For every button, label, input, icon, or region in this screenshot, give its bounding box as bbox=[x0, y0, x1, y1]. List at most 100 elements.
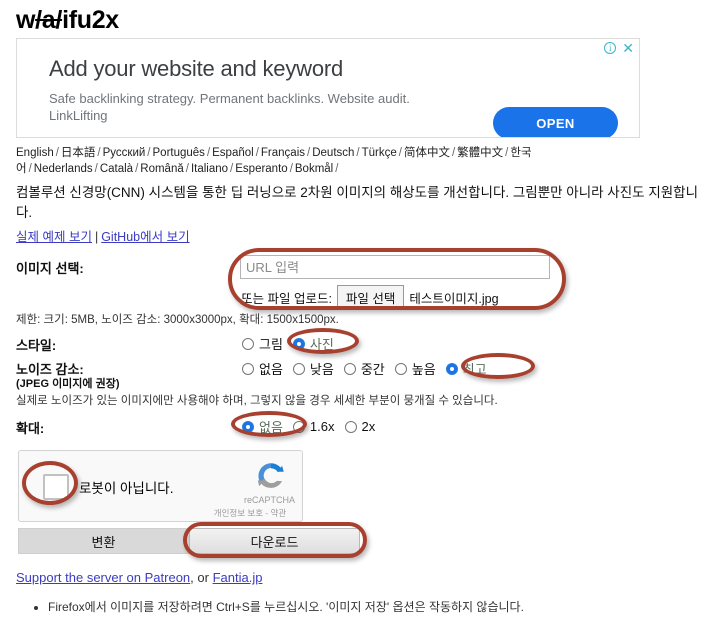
noise-note: 실제로 노이즈가 있는 이미지에만 사용해야 하며, 그렇지 않을 경우 세세한… bbox=[16, 395, 498, 407]
radio-icon[interactable] bbox=[292, 362, 305, 375]
footer-note-list: Firefox에서 이미지를 저장하려면 Ctrl+S를 누르십시오. '이미지… bbox=[34, 598, 524, 615]
language-link-15[interactable]: Esperanto bbox=[235, 163, 287, 175]
language-separator: / bbox=[94, 163, 98, 175]
convert-button[interactable]: 변환 bbox=[18, 528, 189, 554]
example-link[interactable]: 실제 예제 보기 bbox=[16, 230, 92, 244]
file-upload-row: 또는 파일 업로드: 파일 선택 테스트이미지.jpg bbox=[241, 285, 499, 310]
scale-option-0[interactable]: 없음 bbox=[242, 417, 283, 436]
noise-option-label: 최고 bbox=[462, 362, 487, 377]
ad-banner[interactable]: i ✕ Add your website and keyword Safe ba… bbox=[16, 38, 640, 138]
radio-icon[interactable] bbox=[445, 362, 458, 375]
language-link-4[interactable]: Español bbox=[212, 147, 254, 159]
selected-file-name: 테스트이미지.jpg bbox=[409, 292, 499, 306]
language-link-7[interactable]: Türkçe bbox=[362, 147, 397, 159]
radio-icon[interactable] bbox=[242, 337, 254, 350]
ad-headline: Add your website and keyword bbox=[49, 56, 344, 81]
noise-option-label: 높음 bbox=[411, 362, 436, 377]
footer-note-item: Firefox에서 이미지를 저장하려면 Ctrl+S를 누르십시오. '이미지… bbox=[48, 598, 524, 615]
scale-option-label: 없음 bbox=[259, 420, 283, 435]
language-separator: / bbox=[147, 147, 151, 159]
noise-option-3[interactable]: 높음 bbox=[394, 359, 436, 378]
language-link-16[interactable]: Bokmål bbox=[295, 163, 333, 175]
recaptcha-checkbox[interactable] bbox=[43, 474, 69, 500]
page-root: w/a/ifu2x i ✕ Add your website and keywo… bbox=[0, 0, 723, 622]
github-link[interactable]: GitHub에서 보기 bbox=[101, 230, 189, 244]
links-separator: | bbox=[94, 230, 99, 244]
scale-option-label: 1.6x bbox=[309, 419, 335, 434]
scale-option-1[interactable]: 1.6x bbox=[292, 419, 335, 434]
language-separator: / bbox=[289, 163, 293, 175]
file-select-button[interactable]: 파일 선택 bbox=[336, 285, 405, 310]
language-separator: / bbox=[97, 147, 101, 159]
language-link-12[interactable]: Català bbox=[100, 163, 133, 175]
ad-controls: i ✕ bbox=[604, 41, 634, 55]
language-separator: / bbox=[28, 163, 32, 175]
upload-label: 또는 파일 업로드: bbox=[241, 292, 332, 306]
page-title: w/a/ifu2x bbox=[16, 6, 119, 35]
style-option-label: 사진 bbox=[309, 337, 334, 352]
noise-option-0[interactable]: 없음 bbox=[242, 359, 283, 378]
noise-option-2[interactable]: 중간 bbox=[343, 359, 385, 378]
scale-label: 확대: bbox=[16, 421, 45, 436]
language-link-0[interactable]: English bbox=[16, 147, 54, 159]
ad-open-button[interactable]: OPEN bbox=[493, 107, 618, 137]
scale-option-2[interactable]: 2x bbox=[344, 419, 376, 434]
scale-radio-group[interactable]: 없음 1.6x 2x bbox=[242, 417, 375, 436]
language-link-6[interactable]: Deutsch bbox=[312, 147, 354, 159]
style-radio-group[interactable]: 그림 사진 bbox=[242, 334, 334, 353]
download-button[interactable]: 다운로드 bbox=[189, 528, 360, 554]
ad-description: Safe backlinking strategy. Permanent bac… bbox=[49, 91, 410, 123]
recaptcha-brand: reCAPTCHA bbox=[244, 495, 296, 505]
support-line: Support the server on Patreon, or Fantia… bbox=[16, 570, 262, 585]
language-link-5[interactable]: Français bbox=[261, 147, 305, 159]
language-separator: / bbox=[185, 163, 189, 175]
language-separator: / bbox=[255, 147, 259, 159]
fantia-link[interactable]: Fantia.jp bbox=[213, 570, 263, 585]
title-strikethrough-part: /a/ bbox=[35, 6, 63, 34]
noise-option-label: 낮음 bbox=[309, 362, 334, 377]
top-links: 실제 예제 보기 | GitHub에서 보기 bbox=[16, 228, 190, 246]
language-separator: / bbox=[335, 163, 339, 175]
noise-option-label: 없음 bbox=[259, 362, 283, 377]
radio-icon[interactable] bbox=[394, 362, 407, 375]
radio-icon[interactable] bbox=[344, 420, 357, 433]
noise-sublabel: (JPEG 이미지에 권장) bbox=[16, 378, 120, 390]
image-select-label: 이미지 선택: bbox=[16, 261, 84, 276]
radio-icon[interactable] bbox=[343, 362, 356, 375]
language-link-2[interactable]: Русский bbox=[103, 147, 146, 159]
noise-radio-group[interactable]: 없음 낮음 중간 높음 최고 bbox=[242, 359, 487, 378]
support-separator: , or bbox=[190, 570, 213, 585]
title-part-1: w bbox=[16, 6, 36, 34]
style-option-1[interactable]: 사진 bbox=[292, 334, 334, 353]
scale-option-label: 2x bbox=[361, 419, 376, 434]
radio-icon[interactable] bbox=[242, 420, 254, 433]
language-link-14[interactable]: Italiano bbox=[191, 163, 228, 175]
noise-option-4[interactable]: 최고 bbox=[445, 359, 487, 378]
url-input[interactable] bbox=[240, 255, 550, 279]
language-link-8[interactable]: 简体中文 bbox=[404, 147, 450, 159]
radio-icon[interactable] bbox=[242, 362, 254, 375]
language-separator: / bbox=[398, 147, 402, 159]
language-link-3[interactable]: Português bbox=[153, 147, 205, 159]
style-option-0[interactable]: 그림 bbox=[242, 334, 283, 353]
language-link-13[interactable]: Română bbox=[140, 163, 183, 175]
recaptcha-widget[interactable]: 로봇이 아닙니다. reCAPTCHA 개인정보 보호 - 약관 bbox=[18, 450, 303, 522]
recaptcha-logo-icon bbox=[257, 463, 284, 488]
action-button-row: 변환 다운로드 bbox=[18, 528, 360, 554]
ad-info-icon[interactable]: i bbox=[604, 42, 617, 54]
style-label: 스타일: bbox=[16, 338, 57, 353]
recaptcha-terms: 개인정보 보호 - 약관 bbox=[213, 508, 287, 518]
patreon-link[interactable]: Support the server on Patreon bbox=[16, 570, 190, 585]
close-icon[interactable]: ✕ bbox=[622, 41, 634, 55]
limits-text: 제한: 크기: 5MB, 노이즈 감소: 3000x3000px, 확대: 15… bbox=[16, 314, 339, 326]
radio-icon[interactable] bbox=[292, 337, 305, 350]
title-part-2: ifu2x bbox=[62, 6, 119, 34]
noise-option-1[interactable]: 낮음 bbox=[292, 359, 334, 378]
language-link-9[interactable]: 繁體中文 bbox=[457, 147, 503, 159]
language-bar: English / 日本語 / Русский / Português / Español / Fr… bbox=[16, 145, 716, 177]
radio-icon[interactable] bbox=[292, 420, 305, 433]
site-description: 컴볼루션 신경망(CNN) 시스템을 통한 딥 러닝으로 2차원 이미지의 해상… bbox=[16, 185, 698, 220]
language-link-11[interactable]: Nederlands bbox=[34, 163, 93, 175]
language-link-1[interactable]: 日本語 bbox=[61, 147, 96, 159]
language-separator: / bbox=[55, 147, 59, 159]
